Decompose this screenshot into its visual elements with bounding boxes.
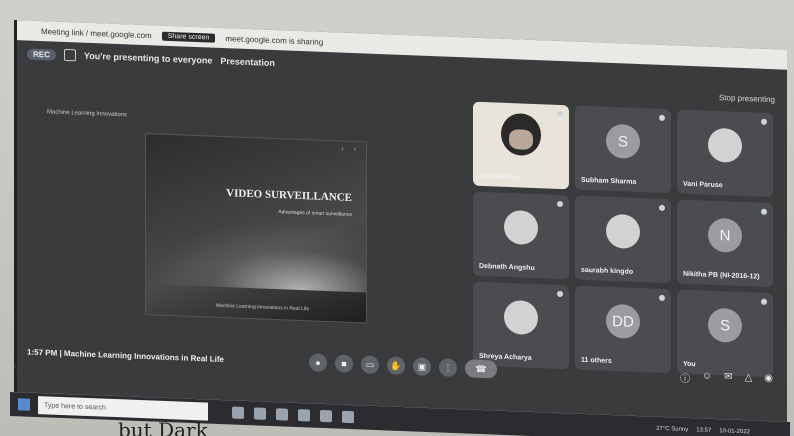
mic-muted-icon bbox=[761, 298, 767, 305]
mic-muted-icon bbox=[659, 114, 665, 122]
mic-muted-icon bbox=[557, 200, 563, 208]
participant-name: Vani Paruse bbox=[683, 180, 723, 190]
slide-header: Machine Learning Innovations bbox=[47, 109, 128, 119]
mic-icon[interactable]: ● bbox=[309, 353, 327, 373]
slide-wave-graphic bbox=[146, 214, 366, 293]
avatar: N bbox=[708, 217, 742, 253]
taskbar-search[interactable]: Type here to search bbox=[38, 396, 208, 421]
handwritten-note: but Dark bbox=[118, 418, 208, 436]
mic-muted-icon bbox=[659, 204, 665, 212]
participant-tile[interactable]: Anirudh Roy bbox=[473, 101, 569, 190]
mic-muted-icon bbox=[557, 110, 563, 118]
participant-name: Subham Sharma bbox=[581, 176, 637, 186]
participant-name: Debnath Angshu bbox=[479, 262, 535, 273]
captions-icon[interactable]: ▭ bbox=[361, 355, 379, 375]
shared-slide: ‹ › VIDEO SURVEILLANCE Advantages of sma… bbox=[145, 133, 367, 324]
mic-muted-icon bbox=[557, 290, 563, 298]
stop-presenting-button[interactable]: Stop presenting bbox=[719, 93, 775, 104]
avatar bbox=[708, 127, 742, 163]
recording-badge: REC bbox=[27, 47, 56, 61]
present-screen-icon[interactable]: ▣ bbox=[413, 357, 431, 377]
end-call-button[interactable]: ☎ bbox=[465, 359, 497, 379]
presentation-label: Presentation bbox=[220, 55, 275, 69]
raise-hand-icon[interactable]: ✋ bbox=[387, 356, 405, 376]
participant-tile[interactable]: S Subham Sharma bbox=[575, 105, 671, 194]
avatar bbox=[504, 299, 538, 336]
participant-grid: Anirudh Roy S Subham Sharma Vani Paruse Debn… bbox=[473, 101, 779, 384]
avatar: S bbox=[606, 123, 640, 160]
participant-name: Anirudh Roy bbox=[479, 172, 521, 182]
system-tray: 27°C Sunny 13:57 10-01-2022 bbox=[656, 426, 750, 436]
participant-tile[interactable]: N Nikitha PB (NI-2016-12) bbox=[677, 199, 773, 288]
participant-tile[interactable]: Debnath Angshu bbox=[473, 191, 569, 280]
sharing-text: meet.google.com is sharing bbox=[225, 33, 324, 47]
chrome-icon[interactable] bbox=[320, 409, 332, 423]
info-icon[interactable]: ⓘ bbox=[680, 369, 690, 384]
task-view-icon[interactable] bbox=[232, 406, 244, 419]
participant-tile[interactable]: Vani Paruse bbox=[677, 109, 773, 198]
avatar bbox=[504, 209, 538, 246]
laptop-screen: Meeting link / meet.google.com Share scr… bbox=[14, 20, 787, 422]
browser-tab-text[interactable]: Meeting link / meet.google.com bbox=[41, 27, 152, 40]
slide-nav-icon[interactable]: ‹ › bbox=[341, 146, 360, 154]
weather-text: 27°C Sunny bbox=[656, 425, 689, 434]
participant-video bbox=[501, 112, 541, 157]
chat-icon[interactable]: ✉ bbox=[724, 371, 732, 386]
taskbar-apps bbox=[232, 406, 354, 424]
people-icon[interactable]: ☺ bbox=[702, 370, 712, 385]
more-options-icon[interactable]: ⋮ bbox=[439, 358, 457, 378]
download-item[interactable]: 4. bbox=[83, 367, 88, 373]
mic-muted-icon bbox=[761, 118, 767, 125]
file-explorer-icon[interactable] bbox=[276, 408, 288, 421]
mic-muted-icon bbox=[659, 294, 665, 302]
meeting-time: 1:57 PM bbox=[27, 346, 58, 358]
mail-icon[interactable] bbox=[342, 410, 354, 424]
participant-name: Nikitha PB (NI-2016-12) bbox=[683, 270, 760, 281]
camera-icon[interactable]: ■ bbox=[335, 354, 353, 374]
presenting-text: You're presenting to everyone bbox=[83, 50, 213, 66]
avatar: DD bbox=[606, 303, 640, 340]
mic-muted-icon bbox=[761, 208, 767, 215]
download-item[interactable]: 3. bbox=[60, 366, 65, 372]
share-screen-pill[interactable]: Share screen bbox=[161, 31, 216, 43]
shared-slide-area: Machine Learning Innovations ‹ › VIDEO S… bbox=[33, 109, 463, 358]
avatar: S bbox=[708, 307, 742, 343]
tray-date: 10-01-2022 bbox=[719, 428, 750, 436]
download-item[interactable]: 1. bbox=[14, 364, 19, 370]
meeting-title: Machine Learning Innovations in Real Lif… bbox=[63, 348, 224, 364]
avatar bbox=[606, 213, 640, 250]
participant-name: saurabh kingdo bbox=[581, 266, 634, 276]
participant-tile[interactable]: saurabh kingdo bbox=[575, 195, 671, 284]
windows-start-icon[interactable] bbox=[18, 398, 30, 411]
download-item[interactable]: 2. bbox=[37, 365, 42, 371]
store-icon[interactable] bbox=[298, 409, 310, 422]
slide-footer: Machine Learning Innovations in Real Lif… bbox=[216, 302, 310, 313]
present-icon bbox=[63, 48, 76, 62]
edge-icon[interactable] bbox=[254, 407, 266, 420]
activities-icon[interactable]: △ bbox=[745, 372, 753, 387]
right-controls: ⓘ ☺ ✉ △ ◉ bbox=[680, 369, 773, 388]
slide-subtitle: Advantages of smart surveillance bbox=[278, 209, 352, 218]
slide-title: VIDEO SURVEILLANCE bbox=[226, 187, 352, 204]
photo-background: Meeting link / meet.google.com Share scr… bbox=[0, 0, 794, 436]
lock-icon[interactable]: ◉ bbox=[764, 372, 773, 387]
tray-time: 13:57 bbox=[696, 427, 712, 434]
